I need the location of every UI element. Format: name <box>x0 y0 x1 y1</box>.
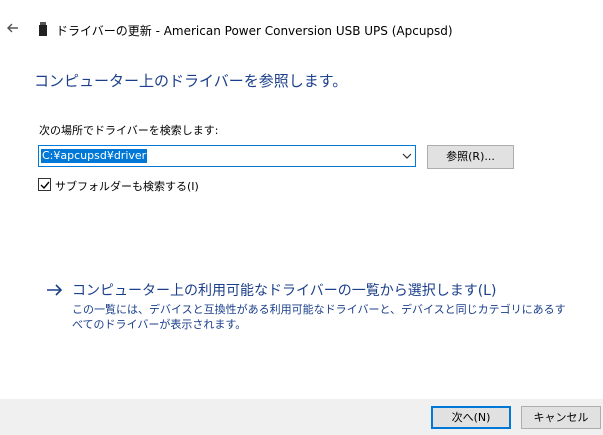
back-arrow-icon <box>7 23 18 33</box>
pick-from-list-description: この一覧には、デバイスと互換性がある利用可能なドライバーと、デバイスと同じカテゴ… <box>72 303 566 331</box>
pick-from-list-option[interactable]: コンピューター上の利用可能なドライバーの一覧から選択します(L) この一覧には、… <box>45 280 585 331</box>
browse-button[interactable]: 参照(R)... <box>427 145 514 169</box>
window-title: ドライバーの更新 - American Power Conversion USB… <box>56 24 453 38</box>
driver-path-combobox[interactable]: C:¥apcupsd¥driver <box>38 145 416 167</box>
chevron-down-icon[interactable] <box>402 152 412 160</box>
usb-device-icon <box>39 21 47 36</box>
include-subfolders-option[interactable]: サブフォルダーも検索する(I) <box>38 177 238 193</box>
include-subfolders-label: サブフォルダーも検索する(I) <box>55 180 199 193</box>
title-bar: ドライバーの更新 - American Power Conversion USB… <box>0 14 603 42</box>
wizard-footer: 次へ(N) キャンセル <box>0 399 603 435</box>
right-arrow-icon <box>47 284 63 296</box>
update-driver-window: ドライバーの更新 - American Power Conversion USB… <box>0 0 603 435</box>
next-button[interactable]: 次へ(N) <box>431 406 511 429</box>
back-button[interactable] <box>4 20 24 36</box>
search-location-label: 次の場所でドライバーを検索します: <box>39 124 219 137</box>
cancel-button[interactable]: キャンセル <box>521 406 601 429</box>
pick-from-list-link[interactable]: コンピューター上の利用可能なドライバーの一覧から選択します(L) <box>72 280 496 300</box>
checkmark-icon <box>40 181 50 190</box>
driver-path-value: C:¥apcupsd¥driver <box>41 149 148 163</box>
page-heading: コンピューター上のドライバーを参照します。 <box>34 72 348 90</box>
include-subfolders-checkbox[interactable] <box>38 178 51 191</box>
